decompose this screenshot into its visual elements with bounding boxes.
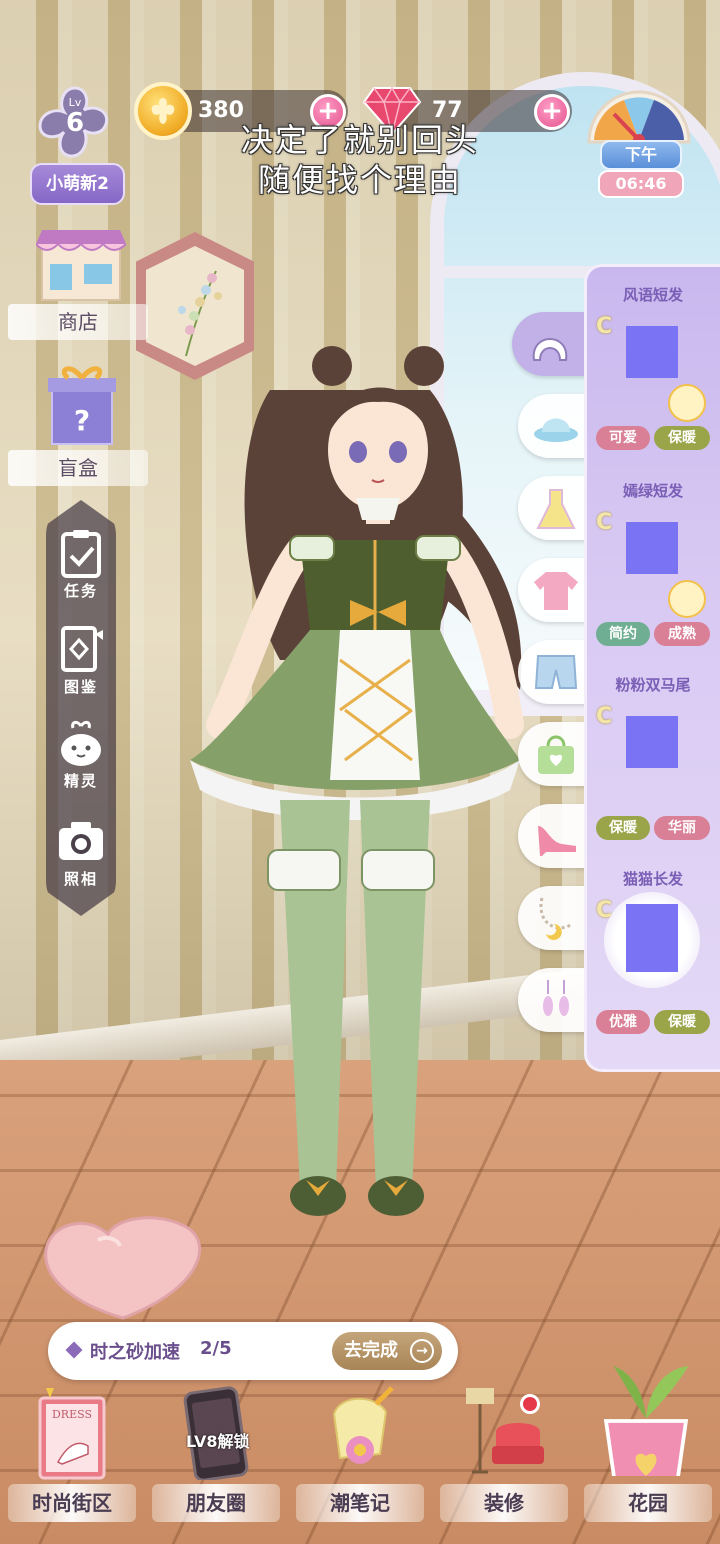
- shorts-icon: [534, 655, 578, 689]
- shop-label[interactable]: 商店: [8, 304, 148, 340]
- go-complete-label: 去完成: [344, 1340, 398, 1361]
- item-title: 风语短发: [622, 286, 683, 304]
- necklace-icon: [539, 897, 573, 940]
- shop-icon[interactable]: [36, 226, 126, 302]
- currency-c-icon: C: [596, 314, 613, 339]
- wardrobe-item-selected[interactable]: 猫猫长发 C 优雅 保暖: [590, 848, 716, 1038]
- time-period-label: 下午: [600, 140, 682, 170]
- top-icon: [534, 572, 578, 610]
- item-tag: 成熟: [654, 622, 710, 646]
- nav-decorate[interactable]: 装修: [432, 1380, 576, 1544]
- nav-label: 潮笔记: [296, 1484, 424, 1522]
- svg-text:?: ?: [74, 404, 90, 437]
- tool-camera[interactable]: 照相: [46, 816, 116, 889]
- spirit-icon: [61, 720, 101, 766]
- item-style-badge-icon: [668, 384, 706, 422]
- dress-book-icon: DRESS: [38, 1388, 106, 1480]
- currency-c-icon: C: [596, 704, 613, 729]
- flowerpot-icon: [603, 1366, 689, 1476]
- album-icon: [61, 626, 103, 672]
- level-value: 6: [65, 108, 85, 138]
- item-tag: 保暖: [596, 816, 650, 840]
- add-gems-button[interactable]: +: [534, 94, 570, 130]
- tool-label: 照相: [63, 870, 98, 888]
- item-tag: 优雅: [596, 1010, 650, 1034]
- lyrics-line: 决定了就别回头: [240, 121, 479, 159]
- wardrobe-item[interactable]: 粉粉双马尾 C 保暖 华丽: [590, 654, 716, 844]
- item-title: 猫猫长发: [622, 870, 683, 888]
- item-style-badge-icon: [668, 580, 706, 618]
- dress-icon: [536, 489, 576, 529]
- notebook-icon: [332, 1386, 394, 1464]
- tool-album[interactable]: 图鉴: [46, 624, 116, 697]
- blind-box-label[interactable]: 盲盒: [8, 450, 148, 486]
- task-name: 时之砂加速: [90, 1342, 180, 1363]
- item-title: 嫣绿短发: [622, 482, 683, 500]
- nav-label: 装修: [440, 1484, 568, 1522]
- avatar-character: [190, 346, 524, 1216]
- wardrobe-item[interactable]: 嫣绿短发 C 简约 成熟: [590, 460, 716, 650]
- tool-task[interactable]: 任务: [46, 528, 116, 601]
- item-tag: 可爱: [596, 426, 650, 450]
- category-tab-hair[interactable]: [512, 312, 594, 376]
- camera-icon: [59, 822, 103, 860]
- go-complete-button[interactable]: 去完成 →: [332, 1332, 442, 1370]
- arrow-right-icon: →: [410, 1339, 434, 1363]
- diamond-icon: [65, 1341, 83, 1359]
- day-cycle-gauge-icon[interactable]: [584, 84, 694, 144]
- nav-garden[interactable]: 花园: [576, 1366, 720, 1544]
- item-tag: 华丽: [654, 816, 710, 840]
- item-thumbnail: [626, 716, 678, 768]
- level-badge[interactable]: Lv 6: [34, 84, 116, 162]
- item-thumbnail: [626, 904, 678, 972]
- lock-text: LV8解锁: [186, 1432, 250, 1451]
- task-progress: 2/5: [200, 1338, 232, 1359]
- tool-label: 图鉴: [63, 678, 98, 696]
- nav-notes[interactable]: 潮笔记: [288, 1380, 432, 1544]
- item-tag: 保暖: [654, 1010, 710, 1034]
- book-cover-text: DRESS: [52, 1408, 92, 1421]
- task-bar[interactable]: 时之砂加速 2/5 去完成 →: [48, 1322, 458, 1380]
- hair-icon: [532, 338, 568, 361]
- notification-dot: [520, 1394, 540, 1414]
- shoe-icon: [538, 826, 576, 856]
- clock-time: 06:46: [598, 170, 684, 198]
- item-thumbnail: [626, 326, 678, 378]
- coin-icon: [134, 82, 192, 140]
- nav-fashion-street[interactable]: DRESS 时尚街区: [0, 1380, 144, 1544]
- item-tag: 保暖: [654, 426, 710, 450]
- nav-label: 时尚街区: [8, 1484, 136, 1522]
- item-title: 粉粉双马尾: [615, 676, 691, 694]
- clipboard-check-icon: [61, 530, 101, 578]
- item-tag: 简约: [596, 622, 650, 646]
- tool-label: 精灵: [63, 772, 98, 790]
- bag-icon: [538, 735, 574, 774]
- item-thumbnail: [626, 522, 678, 574]
- tool-label: 任务: [63, 582, 98, 600]
- wardrobe-item[interactable]: 风语短发 C 可爱 保暖: [590, 264, 716, 454]
- nav-friends[interactable]: 朋友圈: [144, 1380, 288, 1544]
- nav-label: 花园: [584, 1484, 712, 1522]
- currency-c-icon: C: [596, 510, 613, 535]
- nav-label: 朋友圈: [152, 1484, 280, 1522]
- earring-icon: [543, 980, 569, 1016]
- lyrics-overlay: 决定了就别回头 随便找个理由: [220, 120, 500, 200]
- blind-box-icon[interactable]: ?: [46, 360, 118, 448]
- tool-spirit[interactable]: 精灵: [46, 718, 116, 791]
- hat-icon: [534, 418, 578, 442]
- player-name[interactable]: 小萌新2: [30, 163, 125, 205]
- lyrics-line: 随便找个理由: [257, 161, 462, 199]
